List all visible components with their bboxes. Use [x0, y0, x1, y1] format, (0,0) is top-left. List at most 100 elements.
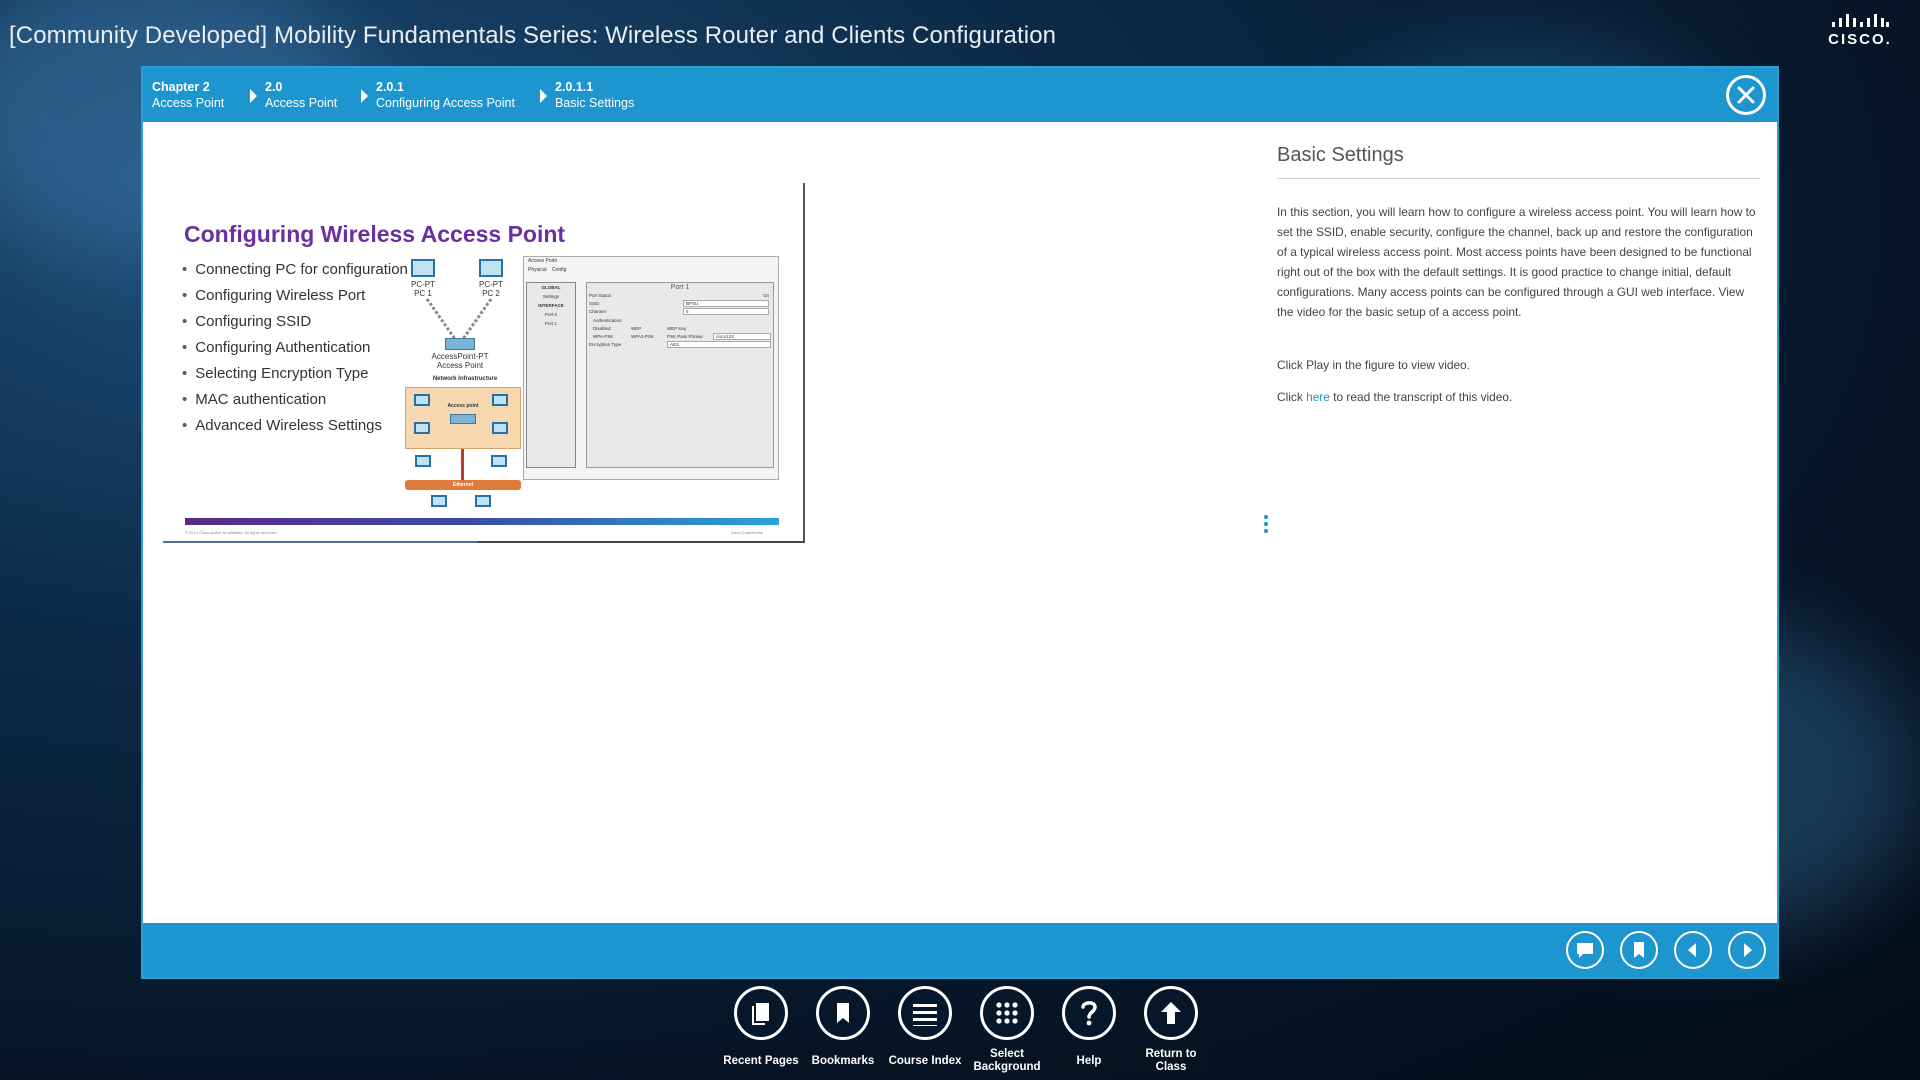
next-page-button[interactable] [1728, 931, 1766, 969]
previous-page-button[interactable] [1674, 931, 1712, 969]
handle-dot [1264, 522, 1268, 526]
ethernet-label: Ethernet [452, 482, 474, 488]
config-sidebar: GLOBAL Settings INTERFACE Port 0 Port 1 [526, 282, 576, 468]
config-auth-disabled: Disabled [593, 326, 611, 331]
dock-icon-circle [816, 986, 870, 1040]
access-point-label: AccessPoint-PT Access Point [431, 352, 489, 370]
video-slide[interactable]: Configuring Wireless Access Point Connec… [163, 183, 805, 543]
bookmark-icon [1634, 942, 1644, 958]
slide-bullet: Configuring SSID [182, 309, 408, 335]
network-infrastructure-box: Access point [405, 387, 521, 449]
breadcrumb-number: 2.0 [265, 80, 283, 94]
config-encryption-field: AES [667, 341, 771, 348]
config-channel-label: Channel [589, 309, 606, 314]
dock-label: Select Background [968, 1045, 1046, 1077]
breadcrumb-item-chapter[interactable]: Chapter 2 Access Point [152, 79, 224, 111]
config-channel-field: 6 [683, 308, 769, 315]
select-background-button[interactable]: Select Background [968, 985, 1046, 1077]
network-label: Network Infrastructure [432, 376, 498, 382]
access-point-icon [450, 414, 476, 424]
dock-icon-circle [1144, 986, 1198, 1040]
config-tab-config: Config [552, 267, 567, 273]
close-button[interactable] [1726, 75, 1766, 115]
breadcrumb-label: Access Point [265, 96, 338, 110]
chevron-right-icon [250, 89, 257, 103]
dock-icon-circle [898, 986, 952, 1040]
help-button[interactable]: Help [1050, 985, 1128, 1077]
close-icon [1737, 86, 1755, 104]
pc-icon [415, 455, 431, 467]
pc-icon [491, 455, 507, 467]
grid-dots-icon [996, 1002, 1018, 1024]
return-to-class-button[interactable]: Return to Class [1132, 985, 1210, 1077]
course-index-button[interactable]: Course Index [886, 985, 964, 1077]
cisco-logo: CISCO. [1826, 14, 1894, 48]
breadcrumb: Chapter 2 Access Point 2.0 Access Point … [143, 68, 1777, 122]
config-auth-wpa-psk: WPA-PSK [593, 334, 614, 339]
dock-label: Help [1050, 1045, 1128, 1077]
config-window-title: Access Point [528, 258, 557, 264]
config-ssid-label: SSID [589, 301, 600, 306]
pc-icon [492, 422, 508, 434]
dock-label: Return to Class [1132, 1045, 1210, 1077]
slide-bullet: Connecting PC for configuration [182, 257, 408, 283]
slide-bullet: Configuring Authentication [182, 335, 408, 361]
config-encryption-label: Encryption Type [589, 342, 622, 347]
pane-resize-handle[interactable] [1264, 515, 1268, 536]
network-cable [461, 449, 464, 480]
slide-title: Configuring Wireless Access Point [184, 221, 566, 247]
recent-pages-button[interactable]: Recent Pages [722, 985, 800, 1077]
slide-footer-band [185, 518, 779, 525]
breadcrumb-item-page[interactable]: 2.0.1.1 Basic Settings [555, 79, 634, 111]
config-auth-wep: WEP [631, 326, 642, 331]
breadcrumb-number: 2.0.1.1 [555, 80, 594, 94]
chevron-right-icon [540, 89, 547, 103]
transcript-suffix: to read the transcript of this video. [1333, 390, 1513, 404]
config-side-item: INTERFACE [538, 303, 564, 308]
config-wep-key: WEP Key [667, 326, 687, 331]
video-progress-bar[interactable] [163, 541, 478, 543]
breadcrumb-item-topic[interactable]: 2.0.1 Configuring Access Point [376, 79, 515, 111]
handle-dot [1264, 529, 1268, 533]
slide-bullet: MAC authentication [182, 387, 408, 413]
config-auth-label: Authentication [593, 318, 622, 323]
access-point-icon [445, 338, 475, 350]
slide-bullet-list: Connecting PC for configuration Configur… [182, 257, 408, 439]
config-auth-wpa2-psk: WPA2-PSK [631, 334, 654, 339]
config-tab-physical: Physical [528, 267, 547, 273]
dock-label: Bookmarks [804, 1045, 882, 1077]
arrow-left-icon [1688, 943, 1696, 957]
breadcrumb-item-section[interactable]: 2.0 Access Point [265, 79, 337, 111]
config-panel: Port 1 Port Status On SSID BPSU Channel … [586, 282, 774, 468]
arrow-right-icon [1744, 943, 1752, 957]
config-port-status: Port Status [589, 293, 612, 298]
breadcrumb-number: Chapter 2 [152, 80, 210, 94]
comment-button[interactable] [1566, 931, 1604, 969]
breadcrumb-label: Basic Settings [555, 96, 635, 110]
breadcrumb-number: 2.0.1 [376, 80, 404, 94]
page-title: Basic Settings [1277, 144, 1760, 179]
breadcrumb-label: Access Point [152, 96, 225, 110]
access-point-box-label: Access point [447, 403, 479, 409]
dock-icon-circle [980, 986, 1034, 1040]
config-ssid-field: BPSU [683, 300, 769, 307]
menu-icon [913, 1004, 937, 1026]
dock-icon-circle [1062, 986, 1116, 1040]
cisco-wordmark: CISCO. [1828, 31, 1892, 48]
bookmark-page-button[interactable] [1620, 931, 1658, 969]
pc-icon [414, 422, 430, 434]
help-icon [1081, 1001, 1097, 1026]
course-frame: Chapter 2 Access Point 2.0 Access Point … [141, 66, 1779, 979]
pc-icon [492, 394, 508, 406]
page-body-text: In this section, you will learn how to c… [1277, 205, 1756, 319]
slide-bullet: Advanced Wireless Settings [182, 413, 408, 439]
access-point-config-window: Access Point Physical Config GLOBAL Sett… [523, 256, 779, 480]
config-port-status-value: On [762, 293, 769, 298]
bottom-nav-bar [143, 923, 1777, 977]
config-side-item: GLOBAL [541, 285, 561, 290]
config-side-item: Port 0 [544, 312, 557, 317]
pc-icon [431, 495, 447, 507]
transcript-link[interactable]: here [1306, 390, 1330, 404]
breadcrumb-label: Configuring Access Point [376, 96, 515, 110]
bookmarks-button[interactable]: Bookmarks [804, 985, 882, 1077]
